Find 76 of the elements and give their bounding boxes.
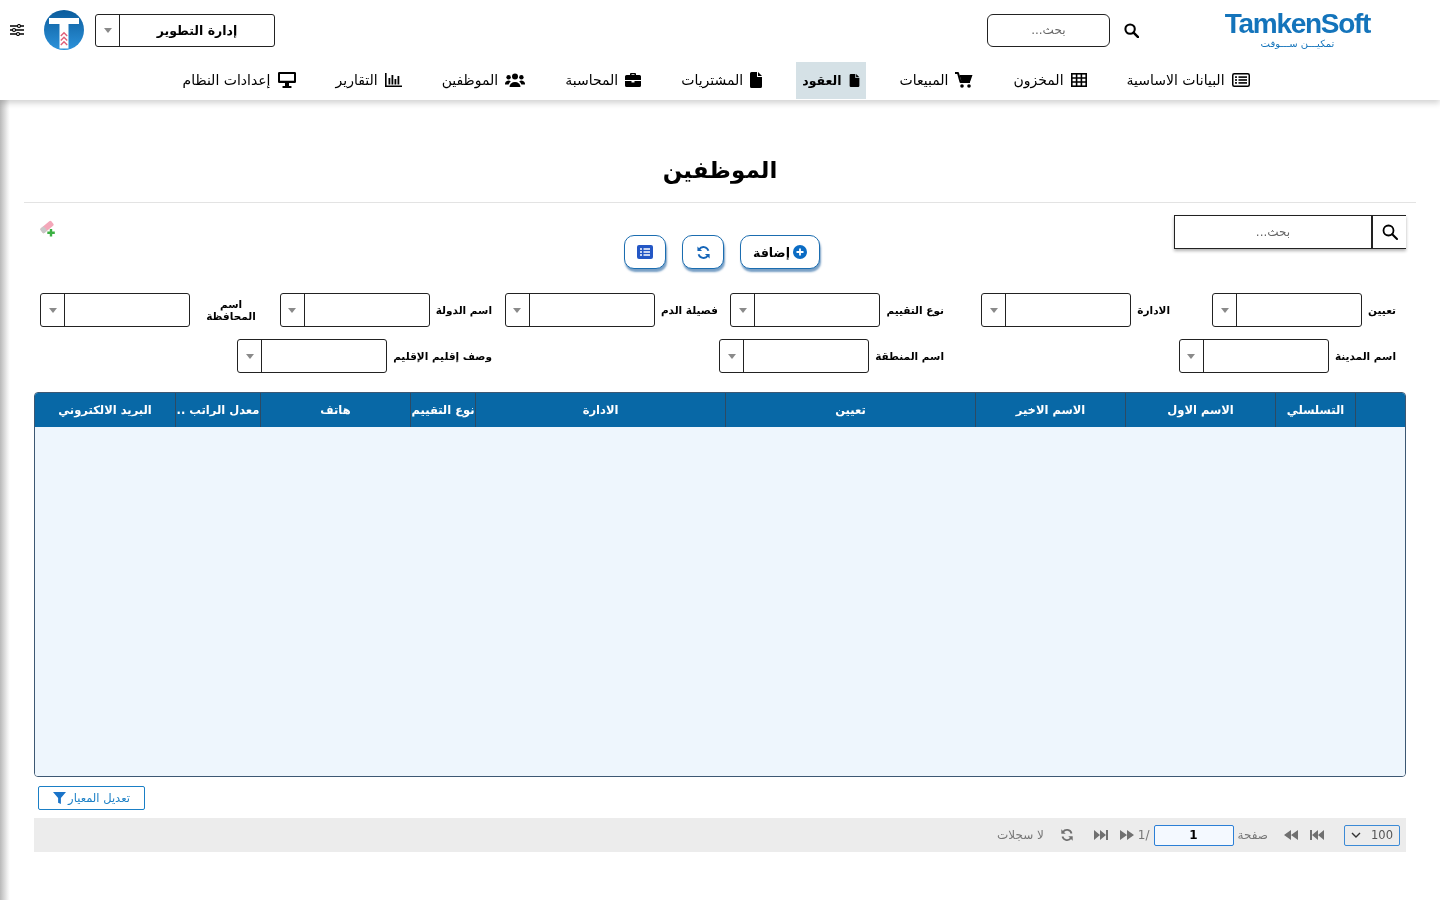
filter-label: وصف إقليم الإقليم [393,350,492,362]
page-title: الموظفين [662,156,778,186]
caret-icon [727,353,736,359]
edit-criteria-button[interactable]: تعديل المعيار [38,786,145,810]
nav-tab[interactable]: المشتريات [675,61,769,99]
caret-icon [989,307,998,313]
dropdown-field[interactable] [1212,293,1363,327]
caret-icon [103,27,112,33]
nav-tab[interactable]: المحاسبة [559,61,648,99]
add-button[interactable]: إضافة [740,235,820,269]
search-icon[interactable] [1123,22,1139,38]
funnel-icon [53,791,67,805]
page-number-field[interactable]: 1 [1153,824,1234,846]
next-page-icon[interactable] [1119,830,1134,840]
search-button[interactable] [1372,215,1406,249]
page-count: /1 [1137,828,1150,842]
dropdown-field[interactable] [504,293,655,327]
dropdown-field[interactable] [730,293,881,327]
caret-icon [288,307,297,313]
dropdown-field[interactable] [40,293,190,327]
caret-icon [513,307,522,313]
chevron-down-icon [1351,832,1361,838]
nav-tab[interactable]: الموظفين [435,61,532,99]
search-icon [1381,224,1398,240]
cart-icon [955,72,974,88]
file-icon [750,72,763,88]
eraser-plus-icon[interactable] [38,219,56,237]
filter-label: تعيين [1368,304,1396,316]
first-page-icon[interactable] [1310,830,1324,840]
previous-page-icon[interactable] [1284,830,1298,840]
filter-label: فصيلة الدم [660,304,718,316]
filter-label: الادارة [1137,304,1170,316]
list-view-button[interactable] [624,235,667,269]
list-icon [1231,73,1250,87]
filter-label: اسم الدولة [435,304,492,316]
filter-label: نوع التقييم [886,304,944,316]
refresh-button[interactable] [682,235,725,269]
dropdown-field[interactable] [981,293,1132,327]
plus-circle-icon [792,245,807,259]
caret-icon [1220,307,1229,313]
nav-tab[interactable]: إعدادات النظام [176,61,302,99]
nav-tab[interactable]: المخزون [1007,61,1093,99]
caret-icon [738,307,747,313]
search-field[interactable]: بحث... [986,13,1110,47]
monitor-icon [277,72,296,88]
refresh-icon[interactable] [1059,828,1074,842]
bar-chart-icon [384,73,402,87]
department-select[interactable]: إدارة التطوير [95,13,275,47]
filter-label: اسم المدينة [1334,350,1396,362]
dropdown-field[interactable] [237,339,388,373]
caret-icon [245,353,254,359]
settings-sliders-icon[interactable] [10,24,24,36]
dropdown-field[interactable] [719,339,870,373]
records-status: لا سجلات [996,828,1044,842]
last-page-icon[interactable] [1093,830,1108,840]
filter-label: اسم المنطقة [875,350,944,362]
logo-icon [44,10,84,50]
search-field[interactable]: بحث... [1174,215,1372,249]
file-icon [848,73,860,87]
page-size-select[interactable]: 100 [1344,824,1400,846]
dropdown-field[interactable] [279,293,430,327]
users-icon [505,73,526,87]
refresh-icon [695,244,711,260]
nav-tab[interactable]: العقود [796,61,866,99]
list-icon [637,245,654,259]
dropdown-field[interactable] [1178,339,1329,373]
column-header: البريد الالكتروني [57,402,153,420]
nav-tab[interactable]: التقارير [329,61,408,99]
caret-icon [1187,353,1196,359]
nav-tab[interactable]: المبيعات [893,61,980,99]
page-label: صفحة [1237,828,1268,842]
caret-icon [48,307,57,313]
grid-icon [1070,73,1087,87]
briefcase-icon [625,73,642,87]
filter-label: اسم المحافظة [205,298,257,322]
nav-tab[interactable]: البيانات الاساسية [1120,61,1256,99]
